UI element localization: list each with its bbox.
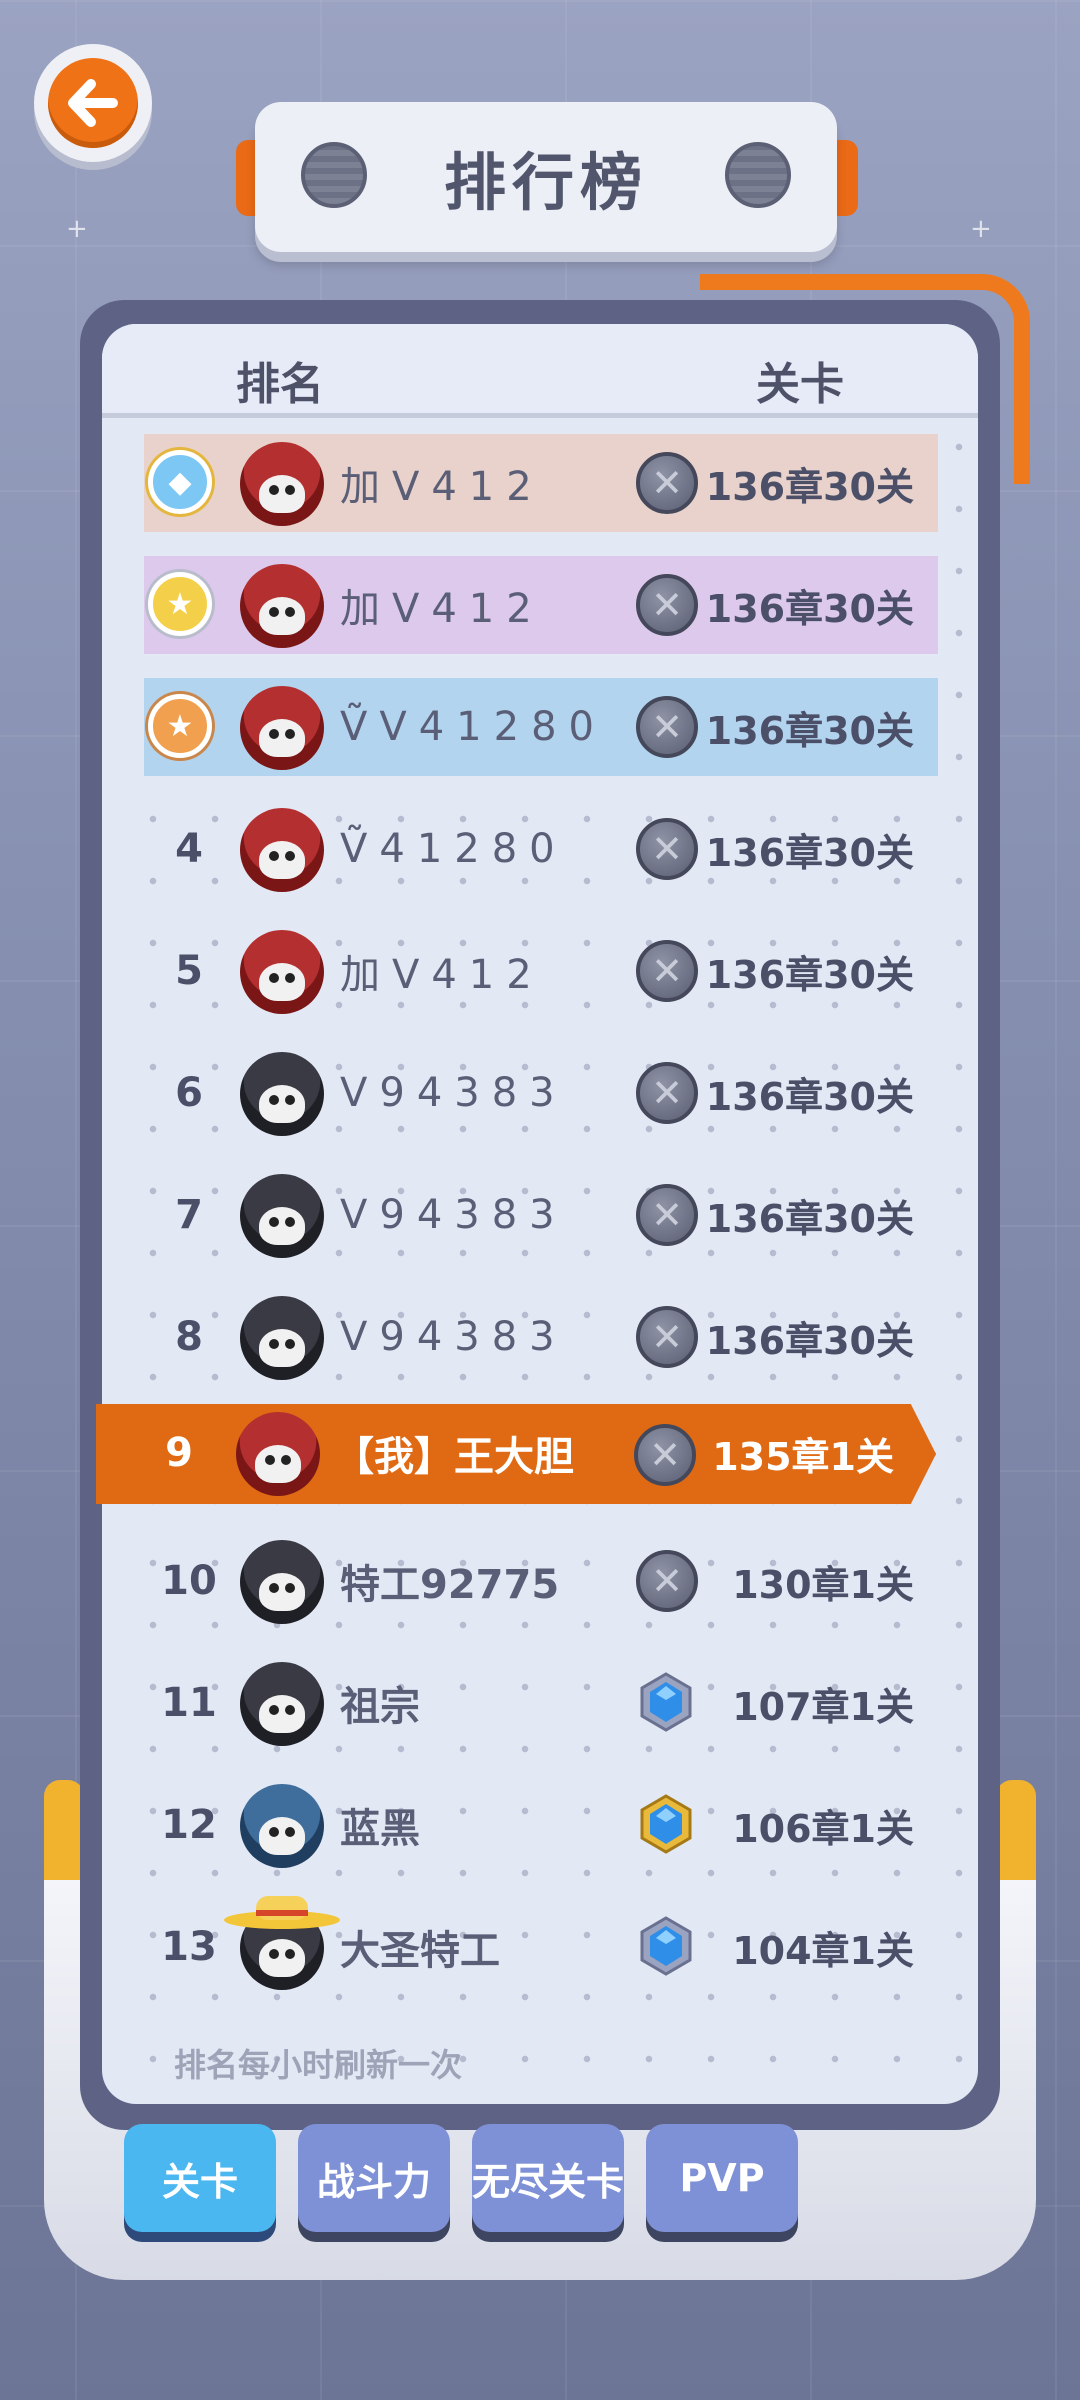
level-value: 136章30关 xyxy=(705,464,914,509)
avatar xyxy=(240,686,324,770)
table-row[interactable]: 5 加V412 ✕ 136章30关 xyxy=(144,922,938,1020)
rank-number: 8 xyxy=(175,1314,203,1360)
bolt-icon xyxy=(301,142,367,208)
table-row[interactable]: 13 大圣特工 104章1关 xyxy=(144,1896,938,1996)
player-name: ṼV41280 xyxy=(340,704,606,750)
rank-badge-icon: ✕ xyxy=(636,1306,698,1368)
table-row[interactable]: 10 特工92775 ✕ 130章1关 xyxy=(144,1532,938,1630)
level-value: 136章30关 xyxy=(705,1318,914,1363)
straw-hat-icon xyxy=(224,1896,340,1929)
avatar xyxy=(240,1174,324,1258)
blue-gem-icon xyxy=(636,1916,698,1978)
rank-badge-icon: ✕ xyxy=(636,574,698,636)
rank-number: 5 xyxy=(175,948,203,994)
table-header: 排名 关卡 xyxy=(102,324,978,418)
level-value: 106章1关 xyxy=(732,1806,914,1851)
table-row[interactable]: 6 V94383 ✕ 136章30关 xyxy=(144,1044,938,1142)
avatar xyxy=(236,1412,320,1496)
avatar xyxy=(240,808,324,892)
level-value: 136章30关 xyxy=(705,830,914,875)
rank-number: 4 xyxy=(175,826,203,872)
avatar xyxy=(240,1662,324,1746)
header-level: 关卡 xyxy=(756,359,844,410)
tab-pvp[interactable]: PVP xyxy=(646,2124,798,2232)
player-name: 加V412 xyxy=(340,952,544,998)
leaderboard-panel[interactable]: 排名 关卡 ◆ 加V412 ✕ 136章30关 ★ 加V412 ✕ 136章30… xyxy=(102,324,978,2104)
rank-number: 13 xyxy=(161,1924,217,1970)
blue-gem-icon xyxy=(636,1672,698,1734)
back-button[interactable] xyxy=(34,44,152,162)
level-value: 135章1关 xyxy=(712,1434,894,1479)
rank-badge-icon: ✕ xyxy=(636,940,698,1002)
avatar xyxy=(240,442,324,526)
avatar xyxy=(240,930,324,1014)
avatar xyxy=(240,564,324,648)
title-plate: 排行榜 xyxy=(255,102,837,252)
table-row[interactable]: ★ 加V412 ✕ 136章30关 xyxy=(144,556,938,654)
table-row[interactable]: 7 V94383 ✕ 136章30关 xyxy=(144,1166,938,1264)
tab-power[interactable]: 战斗力 xyxy=(298,2124,450,2232)
rank-number: 9 xyxy=(165,1430,193,1476)
silver-medal-icon: ★ xyxy=(148,572,212,636)
level-value: 136章30关 xyxy=(705,708,914,753)
level-value: 136章30关 xyxy=(705,1074,914,1119)
rank-badge-icon: ✕ xyxy=(636,696,698,758)
bronze-medal-icon: ★ xyxy=(148,694,212,758)
table-row[interactable]: 8 V94383 ✕ 136章30关 xyxy=(144,1288,938,1386)
player-name: 大圣特工 xyxy=(340,1928,500,1974)
player-name: Ṽ41280 xyxy=(340,826,567,872)
player-name: 蓝黑 xyxy=(340,1806,420,1852)
player-name: 加V412 xyxy=(340,464,544,510)
back-arrow-icon xyxy=(48,58,138,148)
tab-level[interactable]: 关卡 xyxy=(124,2124,276,2232)
rank-number: 6 xyxy=(175,1070,203,1116)
plus-decoration: + xyxy=(66,214,88,244)
player-name: 加V412 xyxy=(340,586,544,632)
header-rank: 排名 xyxy=(236,359,324,410)
rank-badge-icon: ✕ xyxy=(636,452,698,514)
rank-badge-icon: ✕ xyxy=(636,1184,698,1246)
tab-endless[interactable]: 无尽关卡 xyxy=(472,2124,624,2232)
bolt-icon xyxy=(725,142,791,208)
rank-badge-icon: ✕ xyxy=(636,818,698,880)
level-value: 136章30关 xyxy=(705,952,914,997)
player-name: V94383 xyxy=(340,1192,567,1238)
player-name: 特工92775 xyxy=(340,1562,560,1608)
my-rank-row[interactable]: 9 【我】王大胆 ✕ 135章1关 xyxy=(96,1404,936,1504)
level-value: 136章30关 xyxy=(705,1196,914,1241)
table-row[interactable]: ★ ṼV41280 ✕ 136章30关 xyxy=(144,678,938,776)
avatar xyxy=(240,1052,324,1136)
plus-decoration: + xyxy=(970,214,992,244)
refresh-note: 排名每小时刷新一次 xyxy=(174,2046,463,2084)
table-row[interactable]: 11 祖宗 107章1关 xyxy=(144,1654,938,1752)
page-title: 排行榜 xyxy=(443,146,648,219)
gold-medal-icon: ◆ xyxy=(148,450,212,514)
table-row[interactable]: 12 蓝黑 106章1关 xyxy=(144,1776,938,1874)
table-row[interactable]: ◆ 加V412 ✕ 136章30关 xyxy=(144,434,938,532)
rank-badge-icon: ✕ xyxy=(634,1424,696,1486)
avatar xyxy=(240,1784,324,1868)
tab-bar: 关卡 战斗力 无尽关卡 PVP xyxy=(124,2124,798,2232)
player-name: V94383 xyxy=(340,1314,567,1360)
level-value: 104章1关 xyxy=(732,1928,914,1973)
rank-number: 12 xyxy=(161,1802,217,1848)
table-row[interactable]: 4 Ṽ41280 ✕ 136章30关 xyxy=(144,800,938,898)
player-name: 祖宗 xyxy=(340,1684,420,1730)
gold-gem-icon xyxy=(636,1794,698,1856)
avatar xyxy=(240,1296,324,1380)
rank-number: 7 xyxy=(175,1192,203,1238)
rank-number: 10 xyxy=(161,1558,217,1604)
level-value: 130章1关 xyxy=(732,1562,914,1607)
rank-badge-icon: ✕ xyxy=(636,1550,698,1612)
level-value: 136章30关 xyxy=(705,586,914,631)
avatar xyxy=(240,1540,324,1624)
level-value: 107章1关 xyxy=(732,1684,914,1729)
player-name: V94383 xyxy=(340,1070,567,1116)
player-name: 【我】王大胆 xyxy=(334,1434,574,1480)
rank-number: 11 xyxy=(161,1680,217,1726)
rank-badge-icon: ✕ xyxy=(636,1062,698,1124)
